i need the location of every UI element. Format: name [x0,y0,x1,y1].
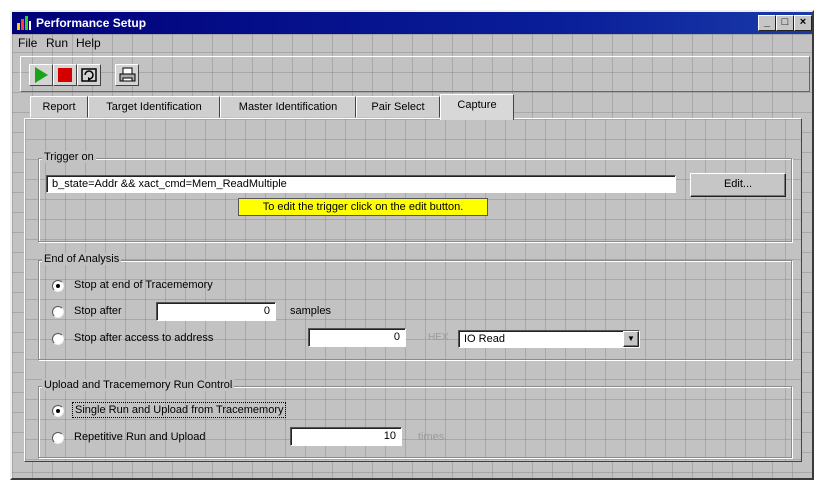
stop-end-tracememory-radio[interactable] [52,280,64,292]
stop-end-tracememory-label: Stop at end of Tracememory [74,279,213,291]
trigger-expression-field[interactable]: b_state=Addr && xact_cmd=Mem_ReadMultipl… [46,175,676,193]
single-run-label: Single Run and Upload from Tracememory [72,402,287,418]
upload-run-control-legend: Upload and Tracememory Run Control [42,379,235,391]
repetitive-run-radio[interactable] [52,432,64,444]
menu-bar: File Run Help [12,34,812,52]
maximize-button[interactable]: □ [776,15,794,31]
print-icon [119,67,136,82]
stop-after-address-radio[interactable] [52,333,64,345]
repeat-times-input[interactable]: 10 [290,427,402,446]
trigger-hint-tooltip: To edit the trigger click on the edit bu… [238,198,488,216]
print-button[interactable] [115,64,139,86]
play-icon [35,67,48,83]
access-type-value: IO Read [464,333,505,345]
times-label: times [418,431,445,443]
tab-report[interactable]: Report [30,96,88,118]
end-of-analysis-legend: End of Analysis [42,253,122,265]
trigger-legend: Trigger on [42,151,96,163]
edit-trigger-button[interactable]: Edit... [690,173,786,197]
menu-help[interactable]: Help [76,36,101,50]
stop-after-address-label: Stop after access to address [74,332,214,344]
toolbar [20,56,810,92]
stop-after-samples-radio[interactable] [52,306,64,318]
stop-icon [58,68,72,82]
run-button[interactable] [29,64,53,86]
end-of-analysis-group [38,260,792,360]
samples-label: samples [290,305,331,317]
app-icon [16,15,32,31]
tab-capture[interactable]: Capture [440,94,514,120]
dropdown-arrow-icon[interactable]: ▼ [623,331,639,347]
upload-run-control-group [38,386,792,458]
access-type-select[interactable]: IO Read ▼ [458,330,640,348]
stop-button[interactable] [53,64,77,86]
hex-label: HEX [428,332,449,343]
title-bar[interactable]: Performance Setup _ □ × [12,12,812,34]
close-button[interactable]: × [794,15,812,31]
menu-run[interactable]: Run [46,36,68,50]
menu-file[interactable]: File [18,36,37,50]
repetitive-run-label: Repetitive Run and Upload [74,431,206,443]
stop-after-label: Stop after [74,305,122,317]
window-title: Performance Setup [36,16,147,30]
repeat-button[interactable] [77,64,101,86]
samples-input[interactable]: 0 [156,302,276,321]
tab-target-identification[interactable]: Target Identification [88,96,220,118]
repeat-icon [81,68,97,82]
address-input[interactable]: 0 [308,328,406,347]
tab-master-identification[interactable]: Master Identification [220,96,356,118]
single-run-radio[interactable] [52,405,64,417]
tab-pair-select[interactable]: Pair Select [356,96,440,118]
minimize-button[interactable]: _ [758,15,776,31]
